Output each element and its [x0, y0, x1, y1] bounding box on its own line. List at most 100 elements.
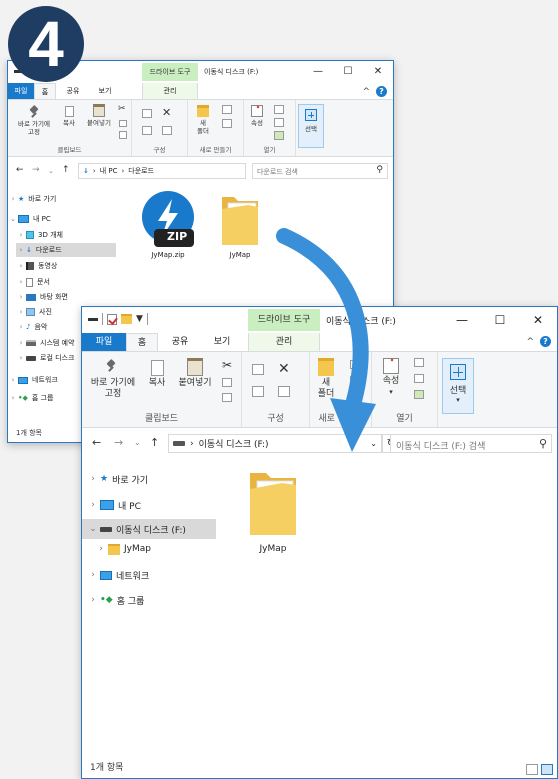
forward-arrow-icon[interactable]: → — [32, 165, 40, 175]
collapse-ribbon-icon[interactable]: ^ — [362, 87, 370, 97]
copy-to-icon[interactable] — [142, 126, 152, 135]
new-folder-button[interactable]: 새 폴더 — [312, 358, 340, 400]
chevron-right-icon[interactable]: › — [16, 354, 26, 362]
copy-path-icon[interactable] — [119, 120, 127, 127]
nav-item-desktop[interactable]: › 바탕 화면 — [16, 290, 68, 304]
delete-icon[interactable]: ✕ — [162, 106, 171, 119]
chevron-right-icon[interactable]: › — [16, 246, 26, 254]
new-folder-icon[interactable] — [121, 314, 132, 324]
properties-button[interactable]: 속성 ▾ — [376, 358, 406, 398]
chevron-right-icon[interactable]: › — [8, 195, 18, 203]
copy-path-icon[interactable] — [222, 378, 232, 387]
tab-share[interactable]: 공유 — [160, 333, 200, 351]
recent-dropdown-icon[interactable]: ⌄ — [134, 438, 141, 447]
paste-button[interactable]: 붙여넣기 — [82, 104, 116, 127]
tab-file[interactable]: 파일 — [82, 333, 126, 351]
maximize-button[interactable]: ☐ — [333, 61, 363, 83]
nav-item-downloads[interactable]: › ↓ 다운로드 — [16, 243, 116, 257]
minimize-button[interactable]: — — [443, 307, 481, 333]
pin-quick-access-button[interactable]: 바로 가기에 고정 — [12, 106, 56, 136]
drive-icon[interactable] — [88, 317, 98, 321]
tab-view[interactable]: 보기 — [202, 333, 242, 351]
chevron-right-icon[interactable]: › — [16, 293, 26, 301]
properties-button[interactable]: 속성 — [246, 105, 268, 127]
new-folder-button[interactable]: 새 폴더 — [192, 105, 214, 135]
chevron-right-icon[interactable]: › — [86, 595, 100, 605]
select-button[interactable]: 선택 — [298, 104, 324, 148]
nav-item-jymap[interactable]: › JyMap — [94, 539, 151, 559]
rename-icon[interactable] — [278, 386, 290, 397]
edit-icon[interactable] — [414, 374, 424, 383]
breadcrumb-downloads[interactable]: 다운로드 — [128, 166, 154, 176]
properties-dropdown-icon[interactable]: ▾ — [376, 387, 406, 398]
nav-item-this-pc[interactable]: ⌄ 내 PC — [8, 212, 51, 226]
nav-item-3d-objects[interactable]: › 3D 개체 — [16, 228, 63, 242]
back-arrow-icon[interactable]: ← — [16, 165, 24, 175]
chevron-down-icon[interactable]: ⌄ — [86, 524, 100, 534]
nav-item-homegroup[interactable]: › •◆ 홈 그룹 — [8, 391, 54, 405]
open-icon[interactable] — [274, 105, 284, 114]
help-icon[interactable]: ? — [540, 336, 551, 347]
nav-item-quick-access[interactable]: › ★ 바로 가기 — [8, 192, 57, 206]
file-item-folder[interactable]: JyMap — [210, 191, 270, 259]
chevron-right-icon[interactable]: › — [16, 323, 26, 331]
history-icon[interactable] — [414, 390, 424, 399]
close-button[interactable]: ✕ — [519, 307, 557, 333]
chevron-right-icon[interactable]: › — [8, 376, 18, 384]
chevron-right-icon[interactable]: › — [86, 474, 100, 484]
maximize-button[interactable]: ☐ — [481, 307, 519, 333]
tab-home[interactable]: 홈 — [126, 333, 158, 351]
edit-icon[interactable] — [274, 118, 284, 127]
paste-shortcut-icon[interactable] — [222, 393, 232, 402]
up-arrow-icon[interactable]: ↑ — [62, 165, 70, 175]
history-icon[interactable] — [274, 131, 284, 140]
tab-share[interactable]: 공유 — [58, 83, 88, 99]
nav-item-quick-access[interactable]: › ★ 바로 가기 — [86, 469, 148, 489]
chevron-right-icon[interactable]: › — [86, 500, 100, 510]
tab-view[interactable]: 보기 — [90, 83, 120, 99]
help-icon[interactable]: ? — [376, 86, 387, 97]
chevron-right-icon[interactable]: › — [16, 278, 26, 286]
large-icons-view-icon[interactable] — [541, 764, 553, 775]
new-item-icon[interactable] — [222, 105, 232, 114]
context-tab-drive-tools[interactable]: 드라이브 도구 — [142, 63, 198, 81]
chevron-right-icon[interactable]: › — [16, 339, 26, 347]
search-input[interactable]: 다운로드 검색 ⚲ — [252, 163, 388, 179]
tab-manage[interactable]: 관리 — [248, 333, 320, 351]
nav-item-videos[interactable]: › 동영상 — [16, 259, 57, 273]
forward-arrow-icon[interactable]: → — [114, 436, 123, 449]
search-input[interactable]: 이동식 디스크 (F:) 검색 ⚲ — [390, 434, 552, 453]
up-arrow-icon[interactable]: ↑ — [150, 436, 159, 449]
nav-item-network[interactable]: › 네트워크 — [86, 565, 149, 585]
breadcrumb-pc[interactable]: 내 PC — [100, 166, 118, 176]
tab-home[interactable]: 홈 — [34, 83, 56, 99]
select-dropdown-icon[interactable]: ▾ — [443, 396, 473, 404]
cut-icon[interactable]: ✂ — [118, 104, 126, 114]
tab-file[interactable]: 파일 — [8, 83, 34, 99]
details-view-icon[interactable] — [526, 764, 538, 775]
nav-item-network[interactable]: › 네트워크 — [8, 373, 58, 387]
paste-shortcut-icon[interactable] — [119, 131, 127, 139]
nav-item-local-disk[interactable]: › 로컬 디스크 — [16, 351, 75, 365]
delete-icon[interactable]: ✕ — [278, 361, 290, 377]
open-icon[interactable] — [414, 358, 424, 367]
paste-button[interactable]: 붙여넣기 — [174, 358, 216, 389]
chevron-right-icon[interactable]: › — [16, 231, 26, 239]
address-bar[interactable]: ↓ › 내 PC › 다운로드 — [78, 163, 246, 179]
move-to-icon[interactable] — [142, 109, 152, 118]
nav-item-documents[interactable]: › 문서 — [16, 275, 50, 289]
back-arrow-icon[interactable]: ← — [92, 436, 101, 449]
chevron-right-icon[interactable]: › — [94, 544, 108, 554]
copy-to-icon[interactable] — [252, 386, 264, 397]
nav-item-homegroup[interactable]: › •◆ 홈 그룹 — [86, 590, 144, 610]
chevron-right-icon[interactable]: › — [16, 262, 26, 270]
breadcrumb-drive[interactable]: 이동식 디스크 (F:) — [199, 437, 269, 450]
easy-access-icon[interactable] — [222, 119, 232, 128]
minimize-button[interactable]: — — [303, 61, 333, 83]
cut-icon[interactable]: ✂ — [222, 358, 232, 372]
chevron-down-icon[interactable]: ⌄ — [8, 215, 18, 223]
move-to-icon[interactable] — [252, 364, 264, 375]
nav-item-music[interactable]: › ♪ 음악 — [16, 320, 48, 334]
chevron-right-icon[interactable]: › — [16, 308, 26, 316]
copy-button[interactable]: 복사 — [58, 106, 80, 127]
